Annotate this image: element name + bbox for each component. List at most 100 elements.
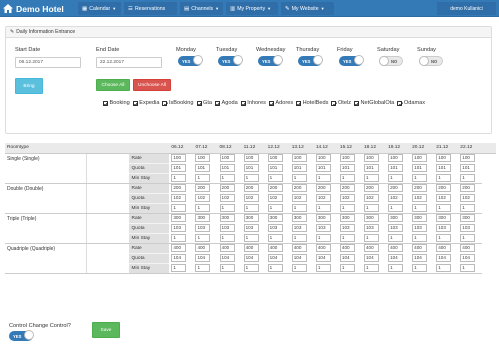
min-stay-input[interactable]: 1 bbox=[219, 173, 235, 182]
rate-input[interactable]: 300 bbox=[315, 214, 331, 223]
rate-input[interactable]: 400 bbox=[291, 244, 307, 253]
quota-input[interactable]: 103 bbox=[339, 224, 355, 232]
quota-input[interactable]: 103 bbox=[243, 224, 259, 232]
quota-input[interactable]: 104 bbox=[436, 254, 452, 262]
quota-input[interactable]: 101 bbox=[412, 164, 428, 172]
min-stay-input[interactable]: 1 bbox=[339, 203, 355, 212]
min-stay-input[interactable]: 1 bbox=[363, 263, 379, 272]
quota-input[interactable]: 104 bbox=[219, 254, 235, 262]
nav-reservations[interactable]: ☰ Reservations bbox=[124, 2, 177, 15]
rate-input[interactable]: 300 bbox=[195, 214, 211, 223]
quota-input[interactable]: 102 bbox=[460, 194, 476, 202]
nav-calendar[interactable]: ▦ Calendar ▼ bbox=[78, 2, 121, 15]
rate-input[interactable]: 200 bbox=[219, 184, 235, 193]
rate-input[interactable]: 300 bbox=[460, 214, 476, 223]
channel-checkbox-hotelbeds[interactable]: HotelBeds bbox=[296, 100, 328, 106]
rate-input[interactable]: 200 bbox=[315, 184, 331, 193]
toggle-saturday[interactable]: NO bbox=[379, 56, 403, 66]
channel-checkbox-expedia[interactable]: Expedia bbox=[132, 100, 159, 106]
min-stay-input[interactable]: 1 bbox=[339, 263, 355, 272]
start-date-input[interactable]: 06.12.2017 bbox=[15, 57, 81, 68]
quota-input[interactable]: 102 bbox=[339, 194, 355, 202]
quota-input[interactable]: 102 bbox=[195, 194, 211, 202]
quota-input[interactable]: 103 bbox=[195, 224, 211, 232]
rate-input[interactable]: 100 bbox=[412, 154, 428, 163]
rate-input[interactable]: 200 bbox=[243, 184, 259, 193]
quota-input[interactable]: 104 bbox=[412, 254, 428, 262]
quota-input[interactable]: 101 bbox=[243, 164, 259, 172]
rate-input[interactable]: 200 bbox=[339, 184, 355, 193]
quota-input[interactable]: 104 bbox=[243, 254, 259, 262]
min-stay-input[interactable]: 1 bbox=[315, 263, 331, 272]
rate-input[interactable]: 400 bbox=[363, 244, 379, 253]
min-stay-input[interactable]: 1 bbox=[388, 203, 404, 212]
rate-input[interactable]: 100 bbox=[195, 154, 211, 163]
quota-input[interactable]: 102 bbox=[171, 194, 187, 202]
rate-input[interactable]: 200 bbox=[412, 184, 428, 193]
min-stay-input[interactable]: 1 bbox=[267, 203, 283, 212]
min-stay-input[interactable]: 1 bbox=[267, 233, 283, 242]
rate-input[interactable]: 100 bbox=[363, 154, 379, 163]
quota-input[interactable]: 102 bbox=[436, 194, 452, 202]
rate-input[interactable]: 400 bbox=[339, 244, 355, 253]
min-stay-input[interactable]: 1 bbox=[195, 173, 211, 182]
rate-input[interactable]: 100 bbox=[339, 154, 355, 163]
min-stay-input[interactable]: 1 bbox=[412, 263, 428, 272]
min-stay-input[interactable]: 1 bbox=[363, 233, 379, 242]
quota-input[interactable]: 101 bbox=[460, 164, 476, 172]
min-stay-input[interactable]: 1 bbox=[291, 173, 307, 182]
min-stay-input[interactable]: 1 bbox=[460, 263, 476, 272]
rate-input[interactable]: 400 bbox=[171, 244, 187, 253]
quota-input[interactable]: 104 bbox=[339, 254, 355, 262]
channel-checkbox-inhores[interactable]: Inhores bbox=[240, 100, 266, 106]
channel-checkbox-gta[interactable]: Gta bbox=[196, 100, 212, 106]
min-stay-input[interactable]: 1 bbox=[267, 263, 283, 272]
quota-input[interactable]: 103 bbox=[315, 224, 331, 232]
rate-input[interactable]: 100 bbox=[219, 154, 235, 163]
rate-input[interactable]: 200 bbox=[388, 184, 404, 193]
quota-input[interactable]: 103 bbox=[291, 224, 307, 232]
min-stay-input[interactable]: 1 bbox=[195, 263, 211, 272]
min-stay-input[interactable]: 1 bbox=[171, 233, 187, 242]
quota-input[interactable]: 103 bbox=[412, 224, 428, 232]
quota-input[interactable]: 104 bbox=[267, 254, 283, 262]
quota-input[interactable]: 102 bbox=[267, 194, 283, 202]
min-stay-input[interactable]: 1 bbox=[460, 173, 476, 182]
rate-input[interactable]: 400 bbox=[460, 244, 476, 253]
min-stay-input[interactable]: 1 bbox=[243, 203, 259, 212]
rate-input[interactable]: 300 bbox=[412, 214, 428, 223]
min-stay-input[interactable]: 1 bbox=[363, 173, 379, 182]
min-stay-input[interactable]: 1 bbox=[460, 233, 476, 242]
min-stay-input[interactable]: 1 bbox=[291, 233, 307, 242]
min-stay-input[interactable]: 1 bbox=[436, 233, 452, 242]
rate-input[interactable]: 400 bbox=[243, 244, 259, 253]
min-stay-input[interactable]: 1 bbox=[460, 203, 476, 212]
rate-input[interactable]: 200 bbox=[363, 184, 379, 193]
quota-input[interactable]: 104 bbox=[388, 254, 404, 262]
rate-input[interactable]: 300 bbox=[219, 214, 235, 223]
channel-checkbox-isbooking[interactable]: IsBooking bbox=[162, 100, 194, 106]
rate-input[interactable]: 200 bbox=[267, 184, 283, 193]
min-stay-input[interactable]: 1 bbox=[291, 203, 307, 212]
quota-input[interactable]: 102 bbox=[388, 194, 404, 202]
min-stay-input[interactable]: 1 bbox=[388, 173, 404, 182]
rate-input[interactable]: 400 bbox=[195, 244, 211, 253]
min-stay-input[interactable]: 1 bbox=[291, 263, 307, 272]
quota-input[interactable]: 104 bbox=[460, 254, 476, 262]
channel-checkbox-odamax[interactable]: Odamax bbox=[397, 100, 425, 106]
end-date-input[interactable]: 22.12.2017 bbox=[96, 57, 162, 68]
quota-input[interactable]: 102 bbox=[219, 194, 235, 202]
quota-input[interactable]: 101 bbox=[363, 164, 379, 172]
quota-input[interactable]: 104 bbox=[171, 254, 187, 262]
rate-input[interactable]: 300 bbox=[243, 214, 259, 223]
channel-checkbox-agoda[interactable]: Agoda bbox=[215, 100, 238, 106]
min-stay-input[interactable]: 1 bbox=[195, 233, 211, 242]
rate-input[interactable]: 100 bbox=[291, 154, 307, 163]
quota-input[interactable]: 103 bbox=[388, 224, 404, 232]
min-stay-input[interactable]: 1 bbox=[171, 263, 187, 272]
quota-input[interactable]: 101 bbox=[171, 164, 187, 172]
rate-input[interactable]: 200 bbox=[171, 184, 187, 193]
rate-input[interactable]: 300 bbox=[171, 214, 187, 223]
rate-input[interactable]: 300 bbox=[436, 214, 452, 223]
min-stay-input[interactable]: 1 bbox=[243, 263, 259, 272]
